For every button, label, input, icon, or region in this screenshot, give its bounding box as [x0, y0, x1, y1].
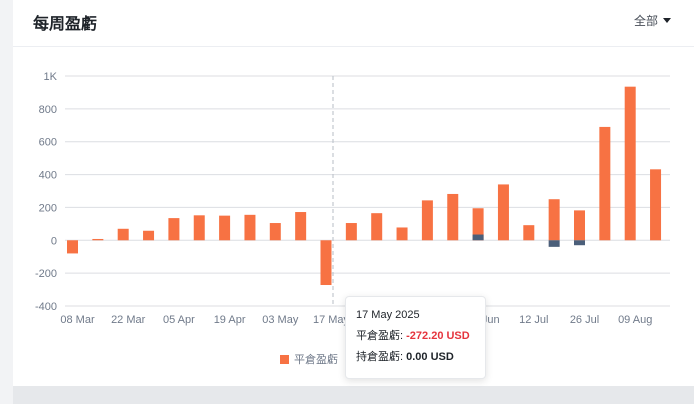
y-tick-label: 200 — [39, 202, 57, 214]
x-tick-label: 19 Apr — [214, 314, 246, 326]
y-tick-label: 0 — [51, 235, 57, 247]
closed-pnl-bar — [624, 86, 636, 241]
x-tick-label: 08 Mar — [60, 314, 95, 326]
x-tick-label: 26 Jul — [570, 314, 599, 326]
y-tick-label: 1K — [44, 71, 58, 83]
closed-pnl-bar — [650, 169, 662, 241]
tooltip-holding-value: 0.00 USD — [406, 351, 454, 363]
closed-pnl-bar — [244, 214, 256, 241]
y-tick-label: -400 — [35, 301, 57, 313]
closed-pnl-bar — [117, 228, 129, 241]
closed-pnl-bar — [396, 227, 408, 241]
tooltip-date: 17 May 2025 — [356, 309, 420, 321]
closed-pnl-bar — [143, 230, 155, 241]
y-tick-label: 600 — [39, 137, 57, 149]
y-tick-label: -200 — [35, 268, 57, 280]
chart-tooltip: 17 May 2025 平倉盈虧: -272.20 USD 持倉盈虧: 0.00… — [345, 296, 486, 379]
legend-swatch-closed — [280, 354, 289, 364]
closed-pnl-bar — [574, 210, 585, 241]
x-tick-label: 05 Apr — [163, 314, 195, 326]
closed-pnl-bar — [371, 213, 383, 241]
closed-pnl-bar — [497, 184, 509, 241]
x-tick-label: 12 Jul — [519, 314, 548, 326]
x-tick-label: 03 May — [262, 314, 299, 326]
tooltip-holding-row: 持倉盈虧: 0.00 USD — [356, 347, 475, 368]
x-tick-label: 22 Mar — [111, 314, 146, 326]
tooltip-closed-value: -272.20 USD — [406, 330, 470, 342]
closed-pnl-bar — [92, 238, 104, 241]
holding-pnl-bar — [472, 234, 484, 241]
x-tick-label: 09 Aug — [618, 314, 652, 326]
closed-pnl-bar — [345, 223, 357, 241]
y-tick-label: 800 — [39, 104, 57, 116]
holding-pnl-bar — [574, 240, 585, 246]
closed-pnl-bar — [599, 126, 611, 241]
closed-pnl-bar — [269, 223, 281, 241]
holding-pnl-bar — [548, 240, 560, 247]
closed-pnl-bar — [548, 199, 560, 241]
closed-pnl-bar — [193, 215, 205, 241]
tooltip-holding-label: 持倉盈虧: — [356, 351, 404, 363]
closed-pnl-bar — [523, 225, 535, 241]
tooltip-closed-label: 平倉盈虧: — [356, 330, 404, 342]
tooltip-closed-row: 平倉盈虧: -272.20 USD — [356, 326, 475, 347]
closed-pnl-bar — [421, 200, 433, 241]
legend-label-closed: 平倉盈虧 — [294, 354, 338, 366]
y-tick-label: 400 — [39, 170, 57, 182]
closed-pnl-bar — [168, 218, 180, 241]
closed-pnl-bar — [447, 193, 459, 241]
chart-legend[interactable]: 平倉盈虧 — [280, 351, 338, 367]
closed-pnl-bar — [67, 240, 78, 254]
closed-pnl-bar — [219, 215, 231, 241]
closed-pnl-bar — [295, 212, 307, 241]
closed-pnl-bar — [320, 240, 332, 286]
